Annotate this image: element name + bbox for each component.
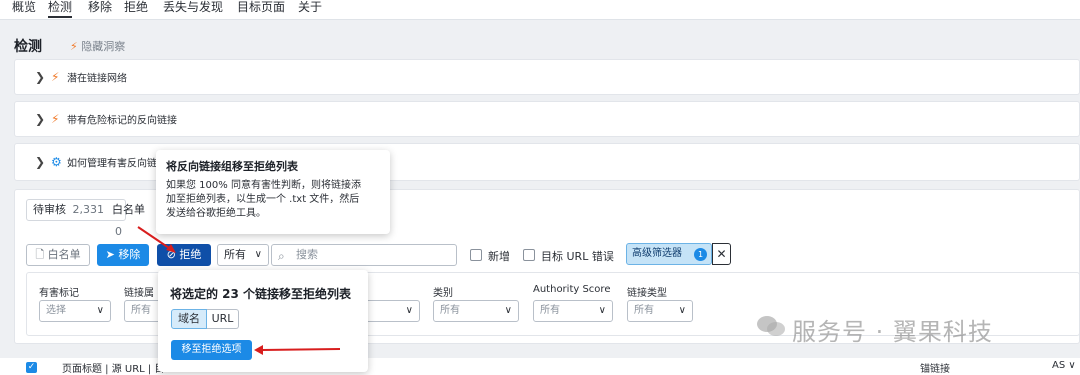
close-icon: ✕ bbox=[716, 247, 727, 261]
disavow-tooltip: 将反向链接组移至拒绝列表 如果您 100% 同意有害性判断，则将链接添 加至拒绝… bbox=[156, 150, 390, 234]
tab-disavow[interactable]: 拒绝 bbox=[124, 0, 148, 18]
whitelist-tab[interactable]: 白名单 0 bbox=[106, 199, 158, 238]
chevron-down-icon: ∨ bbox=[598, 305, 606, 316]
hidden-insights-label: 隐藏洞察 bbox=[81, 40, 126, 53]
link-type-select[interactable]: 所有 ∨ bbox=[627, 300, 693, 322]
search-input[interactable]: ⌕ 搜索 bbox=[271, 244, 457, 266]
select-all-checkbox[interactable]: ✓ bbox=[26, 362, 37, 373]
watermark-text: 服务号 · 翼果科技 bbox=[792, 318, 993, 346]
target-url-error-checkbox[interactable] bbox=[523, 249, 535, 261]
move-to-disavow-button[interactable]: 移至拒绝选项 bbox=[171, 340, 252, 360]
search-icon: ⌕ bbox=[278, 249, 285, 263]
authority-select[interactable]: 所有 ∨ bbox=[533, 300, 613, 322]
page-title: 检测 bbox=[14, 39, 42, 55]
chevron-right-icon: ❯ bbox=[35, 155, 46, 169]
toxic-mark-label: 有害标记 bbox=[39, 288, 79, 299]
disavow-button[interactable]: ⊘ 拒绝 bbox=[157, 244, 211, 266]
chevron-down-icon: ∨ bbox=[254, 249, 262, 260]
disavow-button-label: 拒绝 bbox=[179, 248, 202, 261]
panel-label: 带有危险标记的反向链接 bbox=[67, 115, 177, 127]
link-attr-label: 链接属 bbox=[124, 288, 154, 299]
tooltip-line: 如果您 100% 同意有害性判断，则将链接添 bbox=[166, 180, 361, 191]
panel-label: 潜在链接网络 bbox=[67, 73, 127, 85]
category-label: 类别 bbox=[433, 288, 453, 299]
disavow-popup: 将选定的 23 个链接移至拒绝列表 域名 URL 移至拒绝选项 bbox=[158, 270, 368, 372]
col-as[interactable]: AS ∨ bbox=[1052, 360, 1076, 371]
link-type-value: 所有 bbox=[634, 305, 654, 316]
filter-count-badge: 1 bbox=[694, 248, 707, 261]
tab-overview[interactable]: 概览 bbox=[12, 0, 36, 18]
panel-label: 如何管理有害反向链 bbox=[67, 158, 157, 170]
tooltip-line: 加至拒绝列表，以生成一个 .txt 文件，然后 bbox=[166, 194, 360, 205]
pending-label: 待审核 bbox=[33, 203, 66, 216]
seg-domain[interactable]: 域名 bbox=[171, 309, 207, 329]
authority-label: Authority Score bbox=[533, 284, 611, 295]
panel-link-network[interactable]: ❯ ⚡ 潜在链接网络 bbox=[14, 59, 1080, 95]
scope-select[interactable]: 所有 ∨ bbox=[217, 244, 269, 266]
authority-value: 所有 bbox=[540, 305, 560, 316]
chevron-down-icon: ∨ bbox=[504, 305, 512, 316]
bolt-icon: ⚡ bbox=[51, 70, 60, 84]
gear-icon: ⚙ bbox=[51, 155, 62, 169]
hidden-select[interactable]: ∨ bbox=[360, 300, 420, 322]
whitelist-button[interactable]: 🗋 白名单 bbox=[26, 244, 90, 266]
link-attr-value: 所有 bbox=[131, 305, 151, 316]
tab-remove[interactable]: 移除 bbox=[88, 0, 112, 18]
tooltip-line: 发送给谷歌拒绝工具。 bbox=[166, 208, 266, 219]
clear-filter-button[interactable]: ✕ bbox=[712, 243, 731, 265]
target-url-error-label: 目标 URL 错误 bbox=[541, 250, 614, 263]
chevron-down-icon: ∨ bbox=[96, 305, 104, 316]
whitelist-count: 0 bbox=[115, 225, 122, 238]
bolt-icon: ⚡ bbox=[70, 40, 78, 53]
chevron-down-icon: ∨ bbox=[678, 305, 686, 316]
toxic-mark-select[interactable]: 选择 ∨ bbox=[39, 300, 111, 322]
search-placeholder: 搜索 bbox=[296, 248, 318, 261]
advanced-filter-button[interactable]: 高级筛选器 1 bbox=[626, 243, 712, 265]
whitelist-doc-icon: 🗋 bbox=[35, 248, 45, 261]
scope-value: 所有 bbox=[224, 248, 246, 261]
tooltip-title: 将反向链接组移至拒绝列表 bbox=[166, 160, 298, 173]
col-page-title[interactable]: 页面标题 | 源 URL | 目 bbox=[62, 360, 164, 375]
wechat-icon bbox=[757, 316, 785, 336]
new-label: 新增 bbox=[488, 250, 510, 263]
hidden-insights[interactable]: ⚡ 隐藏洞察 bbox=[70, 38, 125, 54]
seg-url[interactable]: URL bbox=[207, 309, 239, 329]
advanced-filter-label: 高级筛选器 bbox=[632, 248, 682, 259]
chevron-right-icon: ❯ bbox=[35, 70, 46, 84]
category-value: 所有 bbox=[440, 305, 460, 316]
link-type-label: 链接类型 bbox=[627, 288, 667, 299]
tab-lost-found[interactable]: 丢失与发现 bbox=[163, 0, 223, 18]
top-nav: 概览 检测 移除 拒绝 丢失与发现 目标页面 关于 bbox=[0, 0, 1080, 20]
new-checkbox[interactable] bbox=[470, 249, 482, 261]
pending-count: 2,331 bbox=[72, 203, 105, 216]
remove-button[interactable]: ➤ 移除 bbox=[97, 244, 149, 266]
col-anchor[interactable]: 锚链接 bbox=[920, 360, 950, 375]
chevron-down-icon: ∨ bbox=[405, 305, 413, 316]
ban-icon: ⊘ bbox=[166, 248, 176, 261]
col-as-label: AS bbox=[1052, 360, 1066, 371]
send-icon: ➤ bbox=[105, 248, 115, 261]
tab-detect[interactable]: 检测 bbox=[48, 0, 73, 18]
chevron-right-icon: ❯ bbox=[35, 112, 46, 126]
panel-risky-backlinks[interactable]: ❯ ⚡ 带有危险标记的反向链接 bbox=[14, 101, 1080, 137]
toxic-mark-value: 选择 bbox=[46, 305, 66, 316]
bolt-icon: ⚡ bbox=[51, 112, 60, 126]
tab-about[interactable]: 关于 bbox=[298, 0, 322, 18]
remove-button-label: 移除 bbox=[118, 248, 141, 261]
whitelist-label: 白名单 bbox=[112, 203, 145, 216]
tab-target-pages[interactable]: 目标页面 bbox=[237, 0, 285, 18]
category-select[interactable]: 所有 ∨ bbox=[433, 300, 519, 322]
popup-title: 将选定的 23 个链接移至拒绝列表 bbox=[170, 287, 352, 301]
whitelist-button-label: 白名单 bbox=[47, 248, 81, 261]
